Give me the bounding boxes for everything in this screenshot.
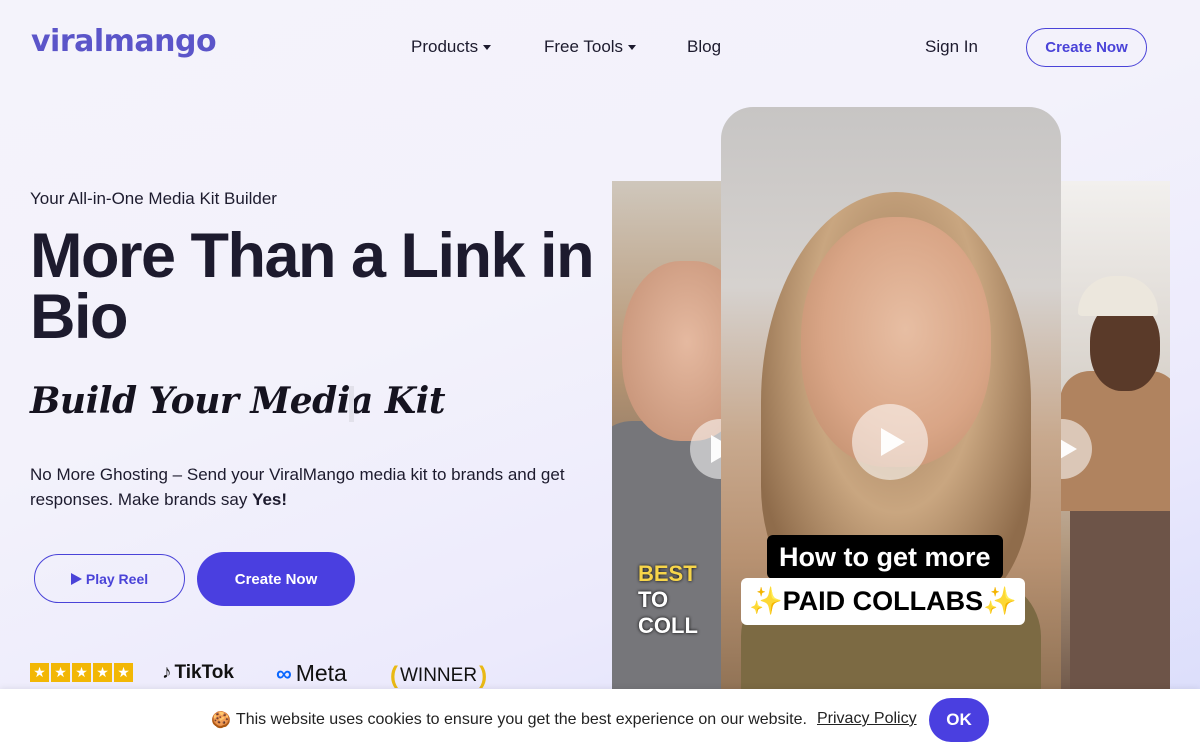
star-icon: ★ — [93, 663, 112, 682]
cookie-message: 🍪 This website uses cookies to ensure yo… — [211, 710, 807, 730]
sign-in-link[interactable]: Sign In — [925, 37, 978, 57]
winner-badge: ( WINNER ) — [390, 662, 487, 690]
star-icon: ★ — [114, 663, 133, 682]
tiktok-icon: ♪ — [162, 662, 172, 683]
laurel-left-icon: ( — [390, 662, 398, 689]
hero-description: No More Ghosting – Send your ViralMango … — [30, 462, 590, 512]
winner-label: WINNER — [400, 665, 478, 686]
cookie-banner: 🍪 This website uses cookies to ensure yo… — [0, 689, 1200, 750]
typing-cursor — [349, 386, 354, 422]
hero-eyebrow: Your All-in-One Media Kit Builder — [30, 189, 277, 208]
video-card-main[interactable]: How to get more ✨PAID COLLABS✨ — [721, 107, 1061, 707]
video-main-caption-line2: ✨PAID COLLABS✨ — [741, 578, 1025, 625]
video-left-caption: BEST TO COLL — [638, 561, 722, 639]
play-reel-button[interactable]: Play Reel — [34, 554, 185, 603]
chevron-down-icon — [628, 44, 637, 50]
tiktok-badge: ♪ TikTok — [162, 662, 234, 684]
tiktok-label: TikTok — [174, 662, 234, 683]
hero-headline: More Than a Link in Bio — [30, 221, 595, 352]
meta-badge: ∞ Meta — [276, 660, 347, 687]
nav-products-label: Products — [411, 37, 479, 56]
play-icon — [70, 572, 82, 585]
video-left-caption-line2: TO COLL — [638, 587, 698, 638]
video-person-face — [622, 261, 722, 441]
play-button-icon[interactable] — [852, 404, 928, 480]
header-create-now-button[interactable]: Create Now — [1026, 28, 1147, 67]
nav-products[interactable]: Products — [411, 37, 492, 57]
hero-subheadline: Build Your Media Kit — [30, 380, 445, 422]
cookie-message-text: This website uses cookies to ensure you … — [235, 711, 807, 728]
video-person-cap — [1078, 276, 1158, 316]
nav-free-tools[interactable]: Free Tools — [544, 37, 637, 57]
viralmango-logo[interactable]: viralmango — [31, 24, 217, 59]
video-person-pants — [1070, 511, 1170, 701]
hero-description-emphasis: Yes! — [252, 490, 288, 509]
nav-blog-label: Blog — [687, 37, 722, 56]
video-card-left[interactable]: BEST TO COLL — [612, 181, 722, 701]
hero-create-now-button[interactable]: Create Now — [197, 552, 355, 606]
video-card-right[interactable] — [1060, 181, 1170, 701]
chevron-down-icon — [483, 44, 492, 50]
cookie-icon: 🍪 — [211, 712, 231, 729]
play-reel-label: Play Reel — [85, 570, 149, 587]
laurel-right-icon: ) — [479, 662, 488, 689]
hero-description-text: No More Ghosting – Send your ViralMango … — [30, 465, 565, 509]
meta-infinity-icon: ∞ — [276, 660, 292, 686]
star-icon: ★ — [72, 663, 91, 682]
video-main-caption-line1: How to get more — [767, 535, 1003, 579]
star-icon: ★ — [30, 663, 49, 682]
privacy-policy-link[interactable]: Privacy Policy — [817, 710, 917, 728]
site-header: viralmango Products Free Tools Blog Sign… — [0, 0, 1200, 96]
nav-free-tools-label: Free Tools — [544, 37, 624, 56]
video-left-caption-line1: BEST — [638, 561, 697, 586]
nav-blog[interactable]: Blog — [687, 37, 721, 57]
cookie-ok-button[interactable]: OK — [929, 698, 989, 742]
meta-label: Meta — [295, 660, 347, 686]
rating-stars: ★ ★ ★ ★ ★ — [30, 663, 133, 682]
star-icon: ★ — [51, 663, 70, 682]
